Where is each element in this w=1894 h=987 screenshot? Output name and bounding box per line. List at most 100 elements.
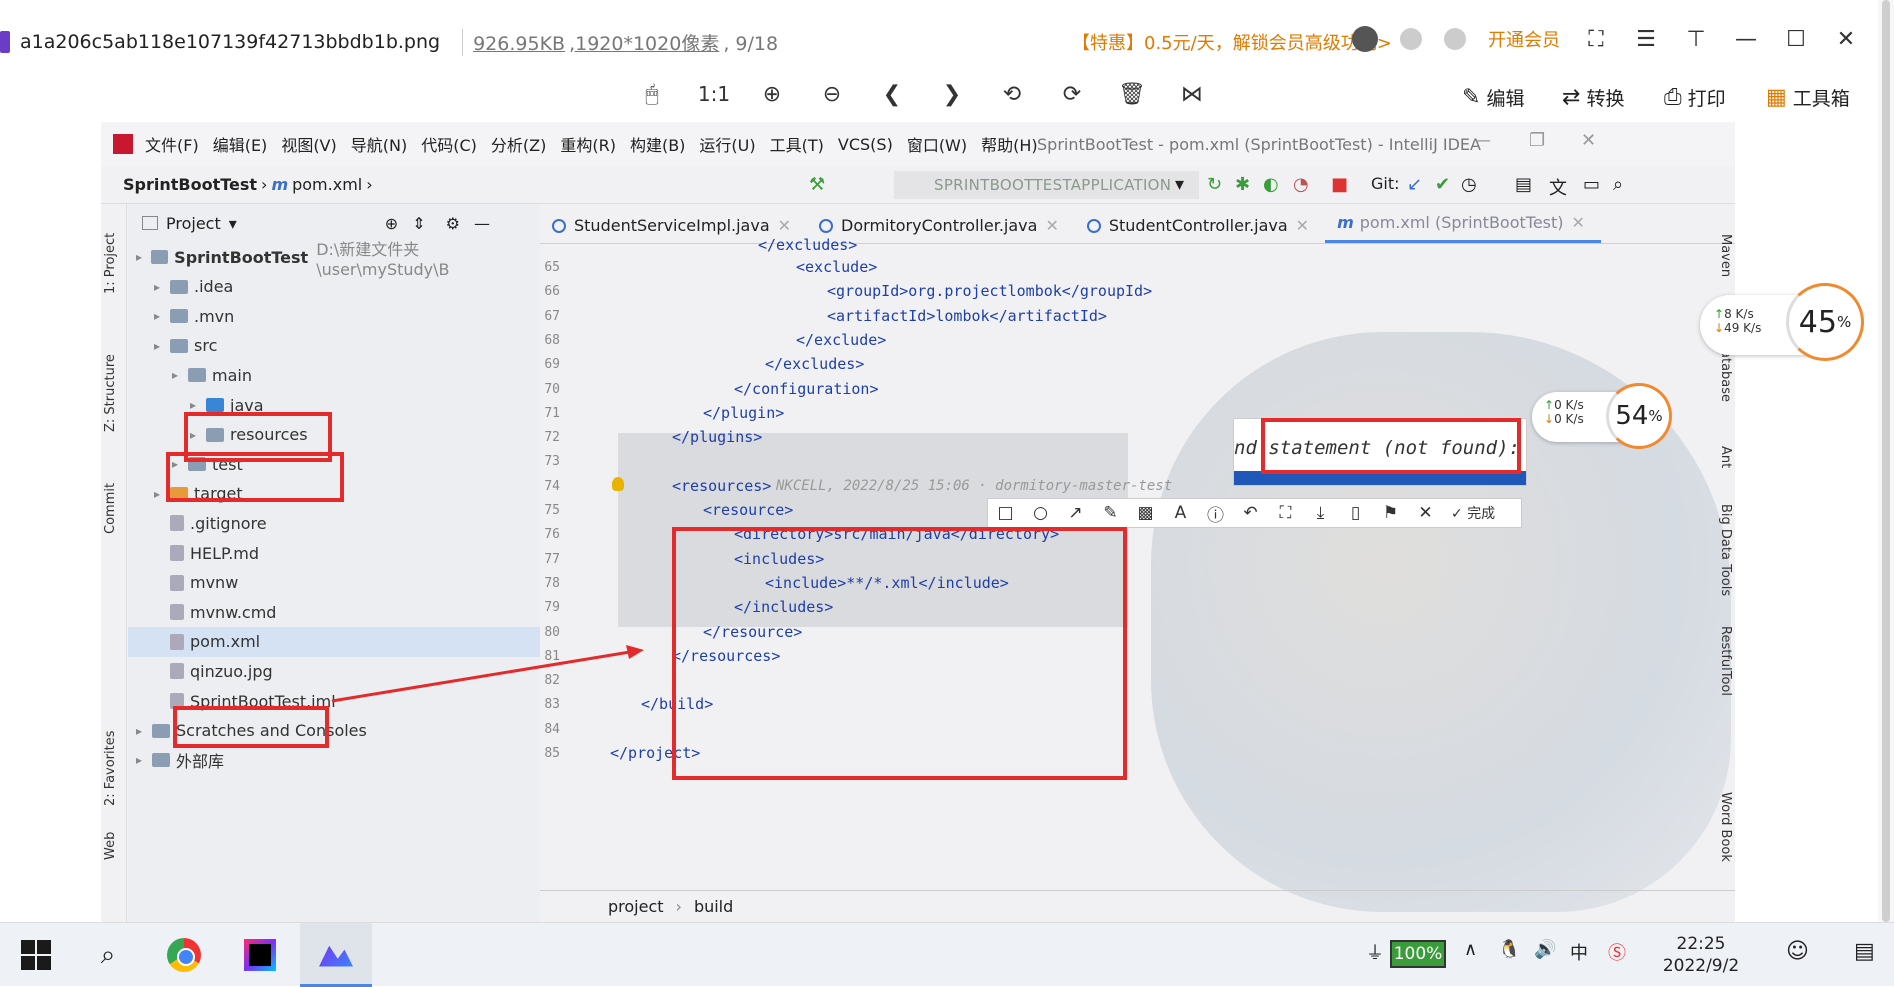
- menu-item[interactable]: 导航(N): [351, 132, 407, 156]
- tab-restful-tool[interactable]: RestfulTool: [1718, 626, 1733, 696]
- done-button[interactable]: ✓ 完成: [1451, 503, 1495, 523]
- notifications-icon[interactable]: ▤: [1854, 939, 1875, 964]
- cpu-gauge-2[interactable]: 54%: [1606, 383, 1672, 449]
- convert-button[interactable]: ⇄ 转换: [1562, 84, 1624, 111]
- tree-item[interactable]: mvnw.cmd: [128, 597, 540, 627]
- cancel-icon[interactable]: ✕: [1408, 503, 1443, 523]
- cpu-gauge[interactable]: 45%: [1786, 283, 1864, 361]
- chrome-taskbar-button[interactable]: [164, 935, 204, 975]
- start-button[interactable]: [16, 935, 56, 975]
- tree-item[interactable]: HELP.md: [128, 538, 540, 568]
- volume-icon[interactable]: 🔊: [1534, 939, 1556, 960]
- delete-icon[interactable]: 🗑: [1116, 82, 1148, 107]
- tree-item[interactable]: ▸ src: [128, 331, 540, 361]
- tab-commit[interactable]: Commit: [103, 483, 118, 534]
- tab-ant[interactable]: Ant: [1718, 446, 1733, 468]
- print-button[interactable]: ⎙ 打印: [1664, 84, 1726, 111]
- ellipse-icon[interactable]: ○: [1023, 503, 1058, 523]
- search-icon[interactable]: ⌕: [88, 935, 128, 975]
- promo-link[interactable]: 【特惠】0.5元/天，解锁会员高级功能>: [1072, 29, 1392, 55]
- undo-icon[interactable]: ↶: [1233, 503, 1268, 523]
- menu-item[interactable]: 重构(R): [560, 132, 616, 156]
- chevron-down-icon[interactable]: ▾: [1175, 174, 1184, 195]
- menu-item[interactable]: 代码(C): [421, 132, 477, 156]
- arrow-icon[interactable]: ↗: [1058, 503, 1093, 523]
- tab-favorites[interactable]: 2: Favorites: [103, 730, 118, 806]
- tree-item[interactable]: ▸ .idea: [128, 272, 540, 302]
- battery-indicator[interactable]: 100%: [1390, 940, 1446, 968]
- ide-restore-icon[interactable]: ❐: [1529, 130, 1545, 151]
- debug-icon[interactable]: ✱: [1235, 174, 1250, 195]
- download-icon[interactable]: ⤓: [1303, 503, 1338, 523]
- close-tab-icon[interactable]: ✕: [1572, 213, 1585, 232]
- history-icon[interactable]: ◷: [1461, 174, 1477, 195]
- expand-arrow-icon[interactable]: ▸: [172, 368, 188, 382]
- expand-arrow-icon[interactable]: ▸: [154, 339, 170, 353]
- project-header-label[interactable]: Project: [166, 214, 221, 233]
- tab-structure[interactable]: Z: Structure: [103, 354, 118, 432]
- toolbox-button[interactable]: ▦ 工具箱: [1766, 84, 1850, 111]
- ide-minimize-icon[interactable]: —: [1473, 130, 1491, 151]
- intellij-taskbar-button[interactable]: [240, 935, 280, 975]
- search-icon[interactable]: ⌕: [1613, 174, 1623, 195]
- assistant-icon[interactable]: ☺: [1786, 939, 1809, 964]
- rotate-left-icon[interactable]: ⟲: [996, 82, 1028, 107]
- breadcrumb-project[interactable]: SprintBootTest: [123, 175, 257, 194]
- system-clock[interactable]: 22:25 2022/9/2: [1656, 933, 1746, 977]
- tree-item[interactable]: .gitignore: [128, 508, 540, 538]
- locate-icon[interactable]: ⊕: [385, 214, 398, 233]
- qq-icon[interactable]: 🐧: [1498, 939, 1520, 960]
- translate-icon[interactable]: 文: [1549, 174, 1567, 200]
- expand-arrow-icon[interactable]: ▸: [190, 398, 206, 412]
- menu-item[interactable]: 工具(T): [770, 132, 824, 156]
- bookmark-icon[interactable]: ⚑: [1373, 503, 1408, 523]
- avatar[interactable]: [1352, 26, 1378, 52]
- menu-item[interactable]: 运行(U): [699, 132, 755, 156]
- menu-item[interactable]: 视图(V): [281, 132, 336, 156]
- menu-item[interactable]: 帮助(H): [981, 132, 1038, 156]
- menu-item[interactable]: 文件(F): [145, 132, 199, 156]
- hide-icon[interactable]: —: [474, 214, 490, 233]
- menu-icon[interactable]: ☰: [1632, 27, 1660, 52]
- rectangle-icon[interactable]: □: [988, 503, 1023, 523]
- close-tab-icon[interactable]: ✕: [1296, 216, 1309, 235]
- power-plug-icon[interactable]: ⏚: [1366, 939, 1384, 965]
- rotate-right-icon[interactable]: ⟳: [1056, 82, 1088, 107]
- presentation-icon[interactable]: ▭: [1583, 174, 1600, 195]
- minimize-icon[interactable]: —: [1732, 27, 1760, 52]
- lightbulb-icon[interactable]: [612, 476, 624, 491]
- profile-icon[interactable]: ◔: [1293, 174, 1309, 195]
- rerun-icon[interactable]: ↻: [1207, 174, 1222, 195]
- ocr-icon[interactable]: ⛶: [1268, 503, 1303, 523]
- expand-arrow-icon[interactable]: ▸: [136, 250, 151, 264]
- fullscreen-icon[interactable]: ⛶: [1582, 27, 1610, 52]
- mosaic-icon[interactable]: ▩: [1128, 503, 1163, 523]
- number-icon[interactable]: ⓘ: [1198, 501, 1233, 526]
- expand-arrow-icon[interactable]: ▸: [154, 309, 170, 323]
- git-commit-icon[interactable]: ✔: [1435, 174, 1450, 195]
- tab-student-controller[interactable]: StudentController.java ✕: [1075, 216, 1325, 243]
- app-s-icon[interactable]: Ⓢ: [1608, 939, 1626, 965]
- status-crumb[interactable]: project: [608, 897, 664, 916]
- zoom-out-icon[interactable]: ⊖: [816, 82, 848, 107]
- close-tab-icon[interactable]: ✕: [1045, 216, 1058, 235]
- stop-icon[interactable]: ■: [1331, 174, 1348, 195]
- file-size[interactable]: 926.95KB: [473, 33, 565, 55]
- edit-button[interactable]: ✎ 编辑: [1462, 84, 1524, 111]
- share-icon[interactable]: ⋈: [1176, 82, 1208, 107]
- close-icon[interactable]: ✕: [1832, 27, 1860, 52]
- viewer-scrollbar[interactable]: [1878, 0, 1894, 922]
- git-update-icon[interactable]: ↙: [1407, 174, 1422, 195]
- vip-button[interactable]: 开通会员: [1488, 26, 1560, 52]
- menu-item[interactable]: VCS(S): [838, 135, 893, 154]
- tab-project[interactable]: 1: Project: [103, 233, 118, 294]
- menu-item[interactable]: 窗口(W): [907, 132, 967, 156]
- text-icon[interactable]: A: [1163, 503, 1198, 523]
- scrollbar-thumb[interactable]: [1882, 0, 1890, 922]
- actual-size-button[interactable]: 1:1: [692, 82, 736, 106]
- pin-icon[interactable]: ⊤: [1682, 27, 1710, 52]
- next-icon[interactable]: ❯: [936, 82, 968, 107]
- build-hammer-icon[interactable]: ⚒: [809, 174, 825, 195]
- expand-arrow-icon[interactable]: ▸: [136, 724, 152, 738]
- pencil-icon[interactable]: ✎: [1093, 503, 1128, 523]
